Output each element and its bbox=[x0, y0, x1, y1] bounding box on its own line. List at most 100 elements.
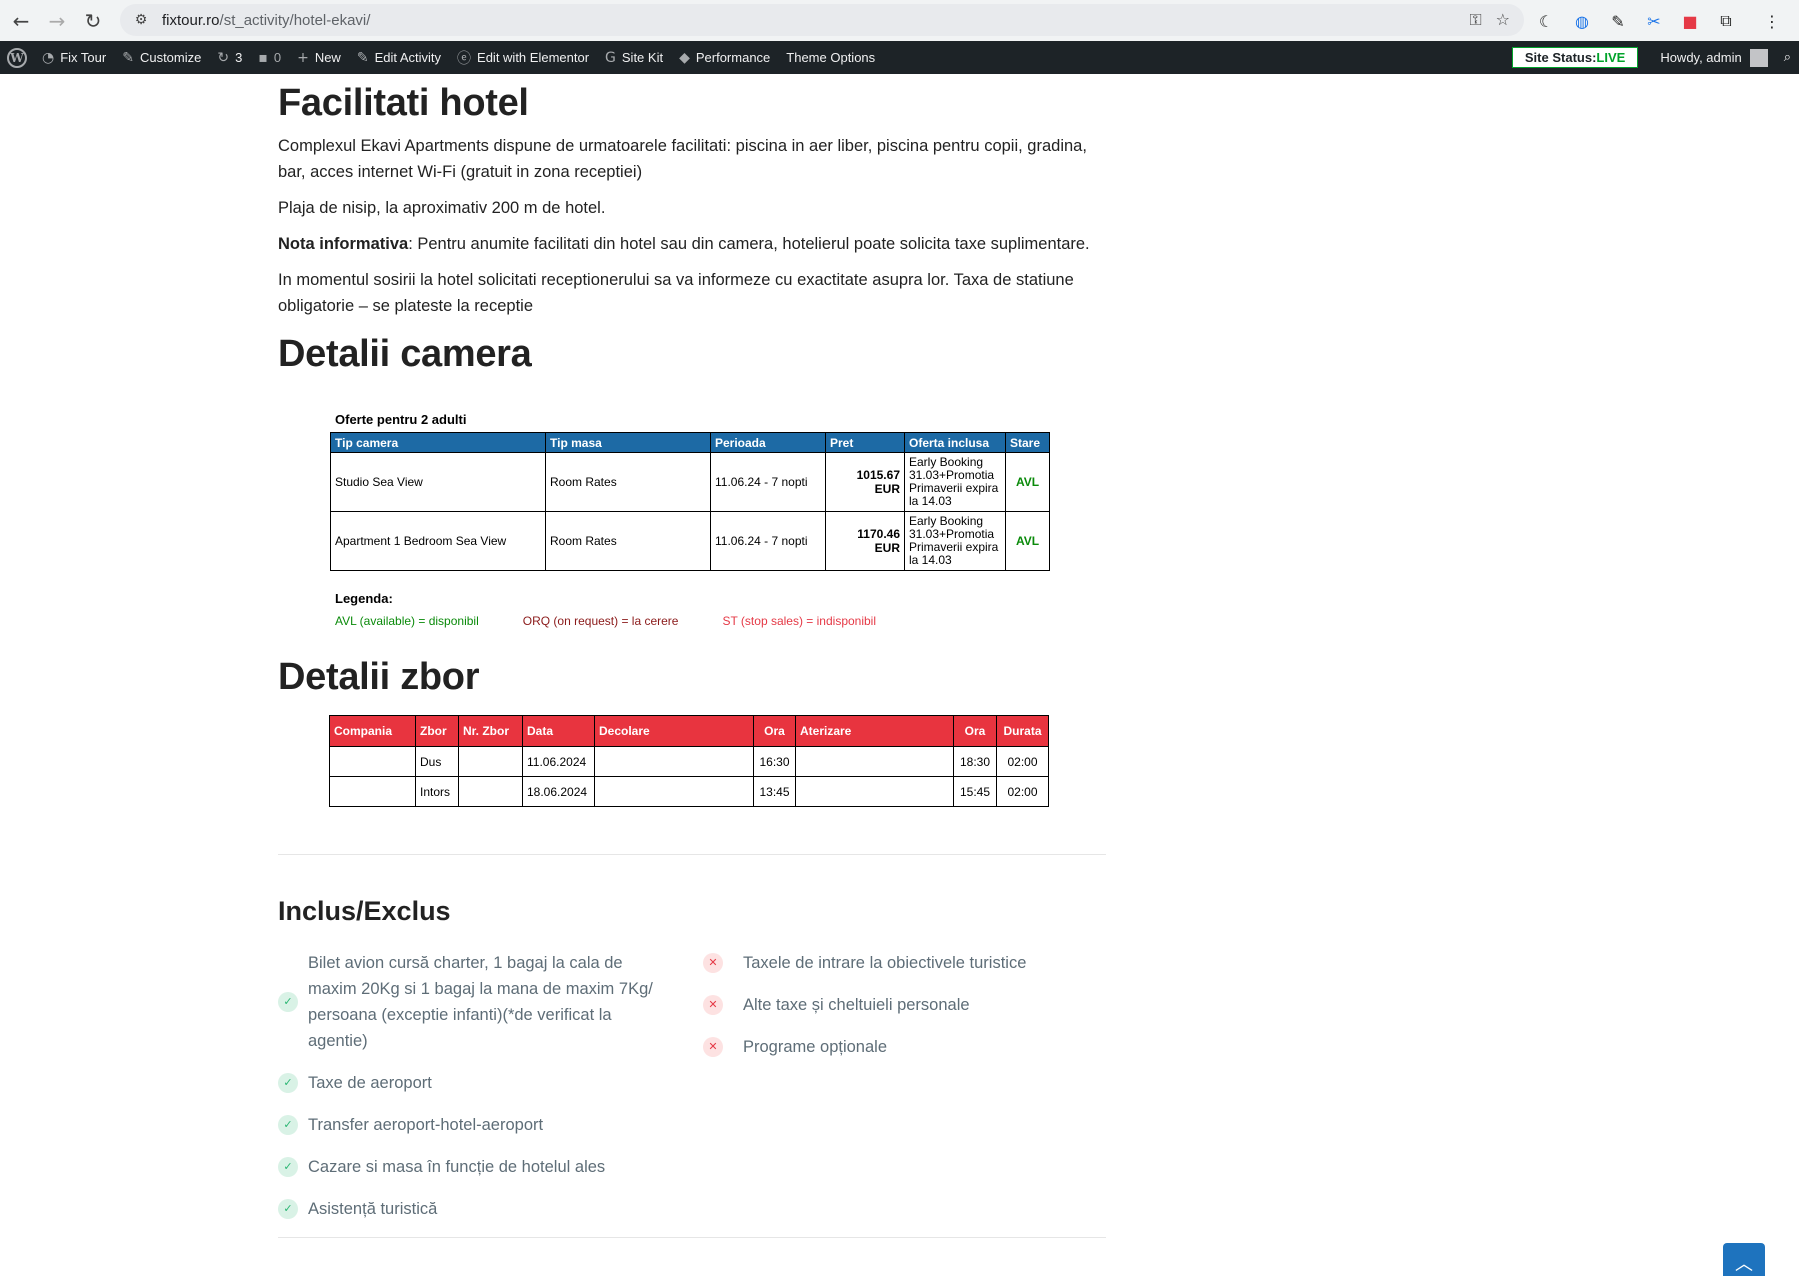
flight-header-cell: Data bbox=[522, 715, 595, 747]
duration-cell: 02:00 bbox=[996, 746, 1049, 777]
arrival-cell bbox=[795, 776, 954, 807]
site-status-badge[interactable]: Site Status:LIVE bbox=[1511, 47, 1639, 68]
room-type-cell: Studio Sea View bbox=[330, 452, 546, 512]
price-currency: EUR bbox=[874, 482, 900, 496]
reload-icon[interactable]: ↻ bbox=[78, 6, 108, 36]
room-header-cell: Stare bbox=[1005, 432, 1050, 453]
departure-time-cell: 13:45 bbox=[753, 776, 796, 807]
x-mark-icon: ✕ bbox=[703, 995, 723, 1015]
admin-bar-performance[interactable]: ◆ Performance bbox=[671, 41, 778, 74]
updates-count: 3 bbox=[235, 50, 243, 65]
departure-time-cell: 16:30 bbox=[753, 746, 796, 777]
howdy-label: Howdy, admin bbox=[1660, 50, 1742, 65]
flight-cell: Intors bbox=[415, 776, 459, 807]
facilities-paragraph-2: Plaja de nisip, la aproximativ 200 m de … bbox=[278, 199, 606, 217]
admin-bar-site-kit[interactable]: G Site Kit bbox=[597, 41, 671, 74]
extension-pen-icon[interactable]: ✎ bbox=[1607, 12, 1629, 31]
forward-icon[interactable]: → bbox=[42, 6, 72, 36]
table-row: Apartment 1 Bedroom Sea View Room Rates … bbox=[330, 511, 1050, 571]
elementor-label: Edit with Elementor bbox=[477, 50, 590, 65]
extension-red-icon[interactable]: ■ bbox=[1679, 12, 1701, 31]
check-icon: ✓ bbox=[278, 992, 298, 1012]
url-domain: fixtour.ro bbox=[162, 11, 220, 29]
list-item: ✕ Programe opționale bbox=[703, 1034, 1103, 1060]
period-cell: 11.06.24 - 7 nopti bbox=[710, 511, 826, 571]
list-item: ✓ Transfer aeroport-hotel-aeroport bbox=[278, 1112, 670, 1138]
admin-bar-updates[interactable]: ↻ 3 bbox=[209, 41, 250, 74]
offers-caption: Oferte pentru 2 adulti bbox=[335, 412, 467, 427]
legend-st: ST (stop sales) = indisponibil bbox=[722, 614, 877, 628]
dashboard-icon: ◔ bbox=[42, 49, 55, 66]
back-icon[interactable]: ← bbox=[6, 6, 36, 36]
url-text[interactable]: fixtour.ro/st_activity/hotel-ekavi/ bbox=[162, 12, 370, 29]
performance-label: Performance bbox=[695, 50, 771, 65]
check-icon: ✓ bbox=[278, 1157, 298, 1177]
admin-bar-elementor[interactable]: ⓔ Edit with Elementor bbox=[449, 41, 597, 74]
room-header-cell: Perioada bbox=[710, 432, 826, 453]
wordpress-logo-icon[interactable]: W bbox=[0, 41, 34, 74]
admin-bar-site-name[interactable]: ◔ Fix Tour bbox=[34, 41, 114, 74]
list-item: ✓ Asistență turistică bbox=[278, 1196, 670, 1222]
bookmark-star-icon[interactable]: ☆ bbox=[1496, 10, 1510, 30]
scroll-to-top-button[interactable]: ︿ bbox=[1723, 1243, 1765, 1276]
included-item-text: Asistență turistică bbox=[308, 1200, 438, 1218]
admin-bar-comments[interactable]: ▪ 0 bbox=[250, 41, 289, 74]
admin-bar-edit-activity[interactable]: ✎ Edit Activity bbox=[349, 41, 449, 74]
arrival-time-cell: 15:45 bbox=[953, 776, 997, 807]
elementor-icon: ⓔ bbox=[457, 50, 472, 67]
updates-icon: ↻ bbox=[217, 49, 230, 66]
meal-type-cell: Room Rates bbox=[545, 511, 711, 571]
pencil-icon: ✎ bbox=[356, 49, 369, 66]
departure-cell bbox=[594, 776, 754, 807]
period-cell: 11.06.24 - 7 nopti bbox=[710, 452, 826, 512]
company-cell bbox=[329, 776, 416, 807]
flight-table: Compania Zbor Nr. Zbor Data Decolare Ora… bbox=[329, 715, 1049, 807]
admin-bar-account[interactable]: Howdy, admin bbox=[1652, 41, 1775, 74]
address-bar[interactable]: ⚙ fixtour.ro/st_activity/hotel-ekavi/ ⚿ … bbox=[120, 4, 1524, 36]
admin-bar-search-icon[interactable]: ⌕ bbox=[1776, 41, 1799, 74]
excluded-list: ✕ Taxele de intrare la obiectivele turist… bbox=[703, 950, 1103, 1076]
site-info-icon[interactable]: ⚙ bbox=[132, 11, 150, 29]
browser-toolbar: ← → ↻ ⚙ fixtour.ro/st_activity/hotel-eka… bbox=[0, 0, 1799, 41]
extensions-puzzle-icon[interactable]: ⧉ bbox=[1715, 11, 1737, 31]
avatar bbox=[1749, 48, 1768, 67]
admin-bar-theme-options[interactable]: Theme Options bbox=[778, 41, 883, 74]
list-item: ✕ Taxele de intrare la obiectivele turist… bbox=[703, 950, 1103, 976]
extension-moon-icon[interactable]: ☾ bbox=[1535, 12, 1557, 31]
flight-header-cell: Compania bbox=[329, 715, 416, 747]
flight-cell: Dus bbox=[415, 746, 459, 777]
price-value: 1015.67 bbox=[856, 468, 900, 482]
browser-menu-icon[interactable]: ⋮ bbox=[1761, 12, 1783, 31]
included-item-text: Bilet avion cursă charter, 1 bagaj la ca… bbox=[308, 954, 653, 1050]
flight-header-cell: Durata bbox=[996, 715, 1049, 747]
x-mark-icon: ✕ bbox=[703, 953, 723, 973]
included-item-text: Transfer aeroport-hotel-aeroport bbox=[308, 1116, 544, 1134]
room-type-cell: Apartment 1 Bedroom Sea View bbox=[330, 511, 546, 571]
facilities-paragraph-4: In momentul sosirii la hotel solicitati … bbox=[278, 271, 1074, 315]
price-value: 1170.46 bbox=[857, 527, 900, 541]
facilities-note: Nota informativa: Pentru anumite facilit… bbox=[278, 231, 1106, 257]
admin-bar-new[interactable]: + New bbox=[289, 41, 349, 74]
table-row: Dus 11.06.2024 16:30 18:30 02:00 bbox=[329, 746, 1049, 777]
flight-details-title: Detalii zbor bbox=[278, 656, 480, 698]
admin-bar-customize[interactable]: ✎ Customize bbox=[114, 41, 209, 74]
check-icon: ✓ bbox=[278, 1073, 298, 1093]
room-header-cell: Pret bbox=[825, 432, 905, 453]
password-key-icon[interactable]: ⚿ bbox=[1469, 10, 1481, 30]
theme-options-label: Theme Options bbox=[786, 50, 876, 65]
arrival-time-cell: 18:30 bbox=[953, 746, 997, 777]
included-item-text: Taxe de aeroport bbox=[308, 1074, 432, 1092]
list-item: ✕ Alte taxe și cheltuieli personale bbox=[703, 992, 1103, 1018]
flight-number-cell bbox=[458, 776, 523, 807]
extension-globe-icon[interactable]: ◍ bbox=[1571, 12, 1593, 31]
site-kit-label: Site Kit bbox=[621, 50, 664, 65]
flight-header-cell: Ora bbox=[953, 715, 997, 747]
price-cell: 1015.67 EUR bbox=[825, 452, 905, 512]
offer-cell: Early Booking 31.03+Promotia Primaverii … bbox=[904, 511, 1006, 571]
wp-admin-bar: W ◔ Fix Tour ✎ Customize ↻ 3 ▪ 0 + New ✎ Edit … bbox=[0, 41, 1799, 74]
room-offers: Oferte pentru 2 adulti Tip camera Tip ma… bbox=[330, 412, 1050, 628]
legend-title: Legenda: bbox=[335, 591, 393, 606]
extension-scissors-icon[interactable]: ✂ bbox=[1643, 12, 1665, 31]
comments-count: 0 bbox=[273, 50, 282, 65]
table-row: Studio Sea View Room Rates 11.06.24 - 7 … bbox=[330, 452, 1050, 512]
